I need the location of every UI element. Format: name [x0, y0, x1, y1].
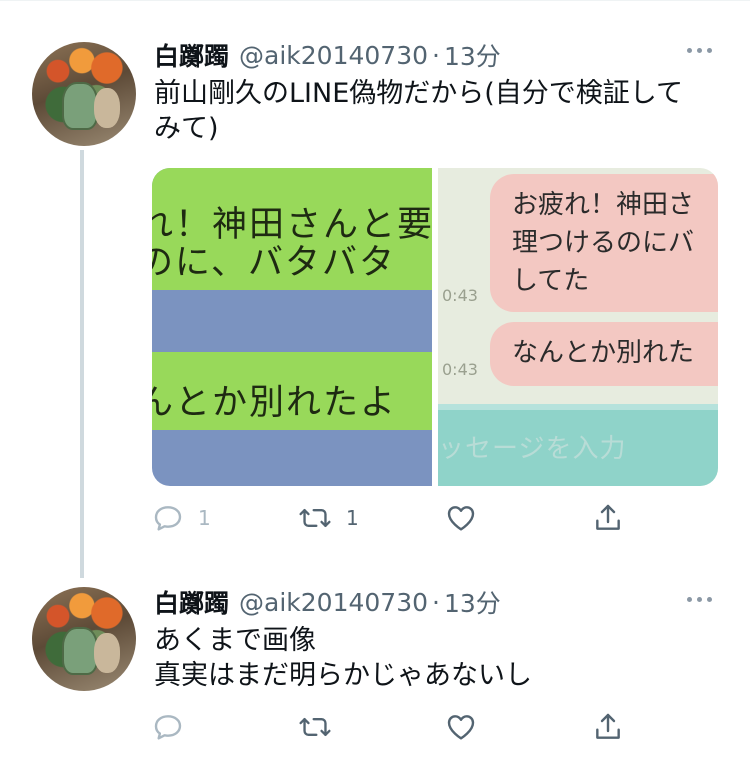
bubble-line: なんとか別れた [512, 338, 695, 368]
header-separator: · [432, 587, 440, 617]
top-divider [0, 0, 750, 4]
user-name[interactable]: 白躑躅 [154, 37, 229, 73]
retweet-button[interactable]: 1 [298, 502, 359, 534]
tweet-text: 前山剛久のLINE偽物だから(自分で検証して みて) [154, 76, 714, 146]
share-button[interactable] [592, 502, 624, 534]
header-separator: · [432, 40, 440, 70]
user-handle[interactable]: @aik20140730 [239, 41, 428, 70]
share-button[interactable] [592, 711, 624, 743]
avatar[interactable] [32, 587, 136, 691]
image-text: のに、バタバタ [152, 243, 396, 283]
media-image-left[interactable]: れ！神田さんと要 のに、バタバタ んとか別れたよ [152, 168, 432, 486]
tweet-header: 白躑躅 @aik20140730 · 13分 [154, 38, 501, 72]
retweet-button[interactable] [298, 711, 346, 743]
retweet-icon [298, 711, 332, 743]
retweet-count: 1 [346, 506, 359, 530]
tweet[interactable]: 白躑躅 @aik20140730 · 13分 あくまで画像 真実はまだ明らかじゃ… [0, 585, 750, 765]
reply-icon [152, 711, 184, 743]
chat-timestamp: 0:43 [442, 360, 478, 379]
avatar-figure-secondary [94, 633, 120, 673]
avatar-figure [62, 82, 98, 130]
avatar-figure-secondary [94, 88, 120, 128]
reply-count: 1 [198, 506, 211, 530]
tweet-text-line: 前山剛久のLINE偽物だから(自分で検証して [154, 78, 683, 109]
user-name[interactable]: 白躑躅 [154, 584, 229, 620]
share-icon [592, 502, 624, 534]
avatar[interactable] [32, 42, 136, 146]
reply-button[interactable]: 1 [152, 502, 211, 534]
thread-connector [80, 150, 84, 578]
tweet-actions [152, 711, 632, 751]
image-text: んとか別れたよ [152, 383, 398, 423]
media-image-right[interactable]: お疲れ！神田さ 理つけるのにバ してた 0:43 なんとか別れた 0:43 ッセ… [438, 168, 718, 486]
tweet-text-line: あくまで画像 [154, 625, 316, 656]
bubble-line: 理つけるのにバ [512, 228, 695, 258]
chat-input-bar: ッセージを入力 [438, 404, 718, 486]
tweet-text: あくまで画像 真実はまだ明らかじゃあないし [154, 623, 714, 693]
more-icon[interactable] [687, 48, 712, 53]
bubble-line: してた [512, 266, 590, 296]
bubble-line: お疲れ！神田さ [512, 190, 695, 220]
tweet-timestamp[interactable]: 13分 [444, 584, 501, 620]
chat-input-placeholder: ッセージを入力 [438, 434, 627, 464]
chat-bubble: なんとか別れた [490, 322, 718, 386]
more-icon[interactable] [687, 597, 712, 602]
tweet-timestamp[interactable]: 13分 [444, 37, 501, 73]
retweet-icon [298, 502, 332, 534]
tweet-actions: 1 1 [152, 502, 632, 542]
tweet-header: 白躑躅 @aik20140730 · 13分 [154, 585, 501, 619]
chat-timestamp: 0:43 [442, 286, 478, 305]
heart-icon [444, 711, 478, 743]
like-button[interactable] [444, 711, 478, 743]
tweet-text-line: みて) [154, 113, 219, 144]
reply-button[interactable] [152, 711, 198, 743]
tweet-media[interactable]: れ！神田さんと要 のに、バタバタ んとか別れたよ お疲れ！神田さ 理つけるのにバ… [152, 168, 718, 486]
share-icon [592, 711, 624, 743]
reply-icon [152, 502, 184, 534]
tweet-text-line: 真実はまだ明らかじゃあないし [154, 660, 532, 691]
avatar-figure [62, 627, 98, 675]
chat-bubble: お疲れ！神田さ 理つけるのにバ してた [490, 174, 718, 312]
tweet[interactable]: 白躑躅 @aik20140730 · 13分 前山剛久のLINE偽物だから(自分… [0, 30, 750, 578]
heart-icon [444, 502, 478, 534]
like-button[interactable] [444, 502, 478, 534]
user-handle[interactable]: @aik20140730 [239, 588, 428, 617]
